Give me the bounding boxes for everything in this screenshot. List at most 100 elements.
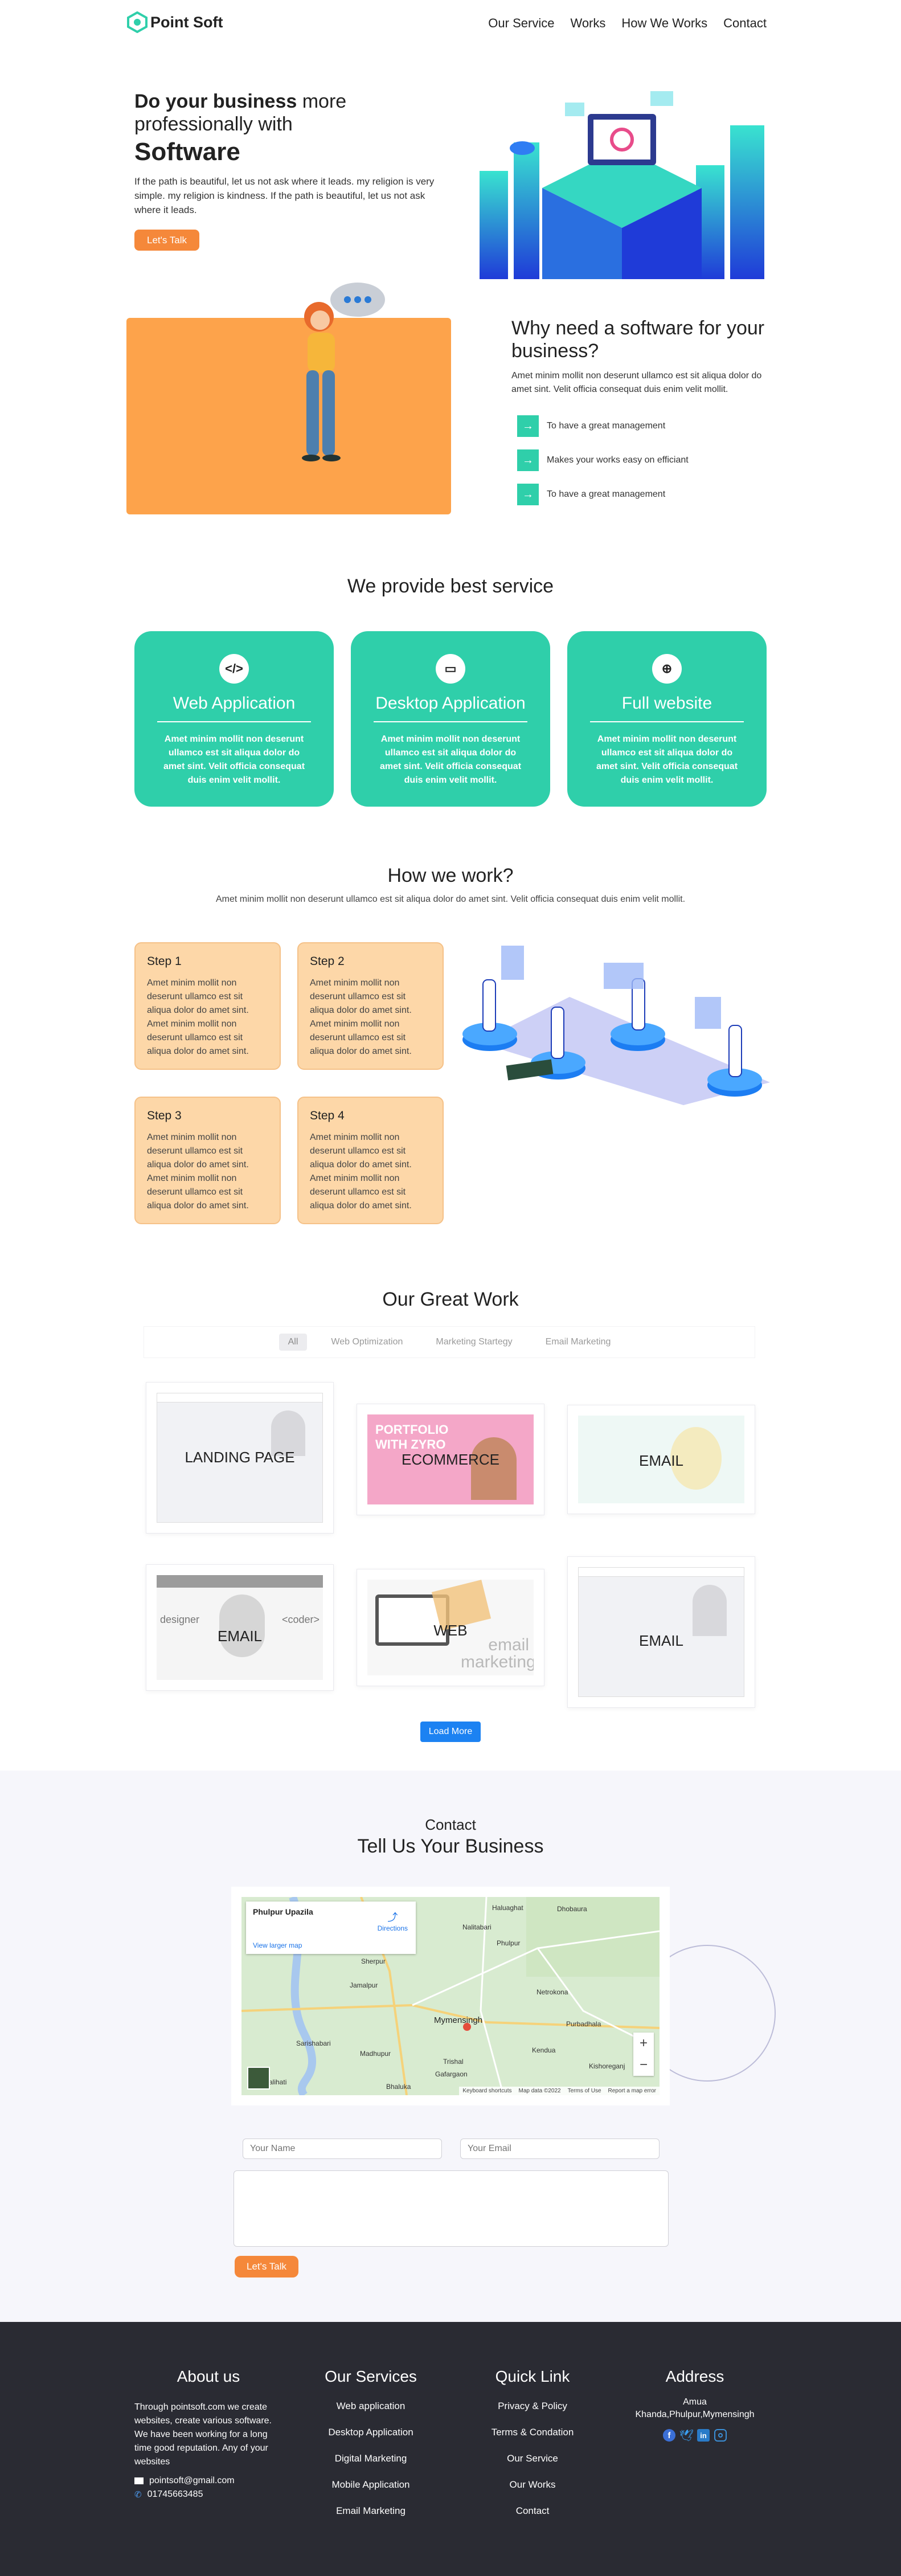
nav-our-service[interactable]: Our Service bbox=[488, 16, 554, 31]
work-item-email-1[interactable]: EMAIL bbox=[567, 1405, 755, 1514]
map-footer-item[interactable]: Terms of Use bbox=[568, 2088, 601, 2094]
map-embed[interactable]: Phulpur Upazila View larger map ⤴ Direct… bbox=[241, 1897, 660, 2095]
work-item-landing-page[interactable]: LANDING PAGE bbox=[146, 1382, 334, 1534]
service-card-desktop[interactable]: ▭ Desktop Application Amet minim mollit … bbox=[351, 631, 550, 807]
footer-service-link[interactable]: Web application bbox=[305, 2401, 436, 2412]
map-label: Nalitabari bbox=[462, 1923, 492, 1931]
service-card-full-website[interactable]: ⊕ Full website Amet minim mollit non des… bbox=[567, 631, 767, 807]
map-directions[interactable]: ⤴ Directions bbox=[378, 1909, 408, 1932]
globe-icon: ⊕ bbox=[652, 654, 682, 684]
linkedin-icon[interactable]: in bbox=[697, 2429, 710, 2442]
map-label: Netrokona bbox=[536, 1988, 568, 1996]
footer-service-link[interactable]: Desktop Application bbox=[305, 2427, 436, 2438]
filter-tab-all[interactable]: All bbox=[279, 1334, 308, 1351]
zoom-in-icon[interactable]: + bbox=[633, 2033, 654, 2054]
step-title: Step 2 bbox=[310, 955, 345, 968]
map-label: Kishoreganj bbox=[589, 2062, 625, 2070]
how-subtitle: Amet minim mollit non deserunt ullamco e… bbox=[215, 894, 686, 904]
nav-how-we-works[interactable]: How We Works bbox=[621, 16, 707, 31]
nav-contact[interactable]: Contact bbox=[723, 16, 767, 31]
step-card-3: Step 3 Amet minim mollit non deserunt ul… bbox=[134, 1097, 281, 1224]
hero-body: If the path is beautiful, let us not ask… bbox=[134, 176, 435, 215]
phone-icon: ✆ bbox=[134, 2490, 142, 2500]
map-label: Kendua bbox=[532, 2046, 556, 2054]
map-label: Jamalpur bbox=[350, 1981, 378, 1989]
logo-icon bbox=[127, 11, 148, 33]
map-label-city: Mymensingh bbox=[434, 2015, 483, 2025]
step-card-1: Step 1 Amet minim mollit non deserunt ul… bbox=[134, 942, 281, 1070]
workflow-platforms-illustration bbox=[462, 946, 770, 1105]
message-textarea[interactable] bbox=[234, 2170, 669, 2247]
footer-quick-link[interactable]: Contact bbox=[467, 2505, 598, 2517]
instagram-icon[interactable] bbox=[714, 2429, 727, 2442]
footer-phone[interactable]: ✆ 01745663485 bbox=[134, 2489, 282, 2500]
map-card: Phulpur Upazila View larger map ⤴ Direct… bbox=[231, 1887, 670, 2105]
thumb-header-bar bbox=[157, 1393, 322, 1403]
thinking-girl-illustration bbox=[279, 280, 393, 468]
map-footer-item[interactable]: Keyboard shortcuts bbox=[462, 2088, 511, 2094]
twitter-icon[interactable]: 🕊 bbox=[679, 2429, 693, 2442]
work-item-label: ECOMMERCE bbox=[402, 1451, 499, 1468]
brand-name: Point Soft bbox=[150, 13, 223, 31]
why-list-item: → To have a great management bbox=[511, 409, 773, 443]
brand-logo[interactable]: Point Soft bbox=[126, 11, 223, 33]
work-item-email-2[interactable]: designer <coder> EMAIL bbox=[146, 1564, 334, 1691]
email-input[interactable] bbox=[460, 2139, 660, 2159]
footer-quick-link[interactable]: Our Service bbox=[467, 2453, 598, 2464]
footer-quick-title: Quick Link bbox=[495, 2368, 570, 2385]
nav-works[interactable]: Works bbox=[570, 16, 605, 31]
hero-illustration bbox=[480, 80, 768, 280]
step-body: Amet minim mollit non deserunt ullamco e… bbox=[147, 978, 249, 1056]
thumb-coder-text: <coder> bbox=[281, 1614, 320, 1625]
name-input[interactable] bbox=[243, 2139, 442, 2159]
why-list: → To have a great management → Makes you… bbox=[511, 409, 773, 512]
directions-label: Directions bbox=[377, 1924, 408, 1932]
footer-email[interactable]: pointsoft@gmail.com bbox=[134, 2476, 282, 2486]
map-label: Bhaluka bbox=[386, 2083, 411, 2091]
footer-service-link[interactable]: Digital Marketing bbox=[305, 2453, 436, 2464]
girl-figure-illustration bbox=[302, 283, 385, 461]
load-more-button[interactable]: Load More bbox=[420, 1722, 481, 1742]
footer-about-title: About us bbox=[177, 2368, 240, 2385]
thumb-woman bbox=[471, 1437, 517, 1500]
map-label: Gafargaon bbox=[435, 2070, 468, 2078]
contact-title: Tell Us Your Business bbox=[357, 1835, 544, 1857]
map-label: Dhobaura bbox=[557, 1905, 587, 1913]
map-footer-item: Map data ©2022 bbox=[518, 2088, 561, 2094]
hero-title: Do your business more professionally wit… bbox=[134, 90, 445, 136]
thumb-face bbox=[219, 1594, 265, 1657]
map-layer-thumbnail[interactable] bbox=[247, 2067, 270, 2090]
step-title: Step 4 bbox=[310, 1109, 345, 1122]
map-larger-link[interactable]: View larger map bbox=[253, 1941, 302, 1949]
footer-quick-link[interactable]: Privacy & Policy bbox=[467, 2401, 598, 2412]
zoom-out-icon[interactable]: − bbox=[633, 2054, 654, 2076]
map-footer-item[interactable]: Report a map error bbox=[608, 2088, 656, 2094]
facebook-icon[interactable]: f bbox=[663, 2429, 675, 2442]
contact-submit-button[interactable]: Let's Talk bbox=[235, 2256, 298, 2277]
work-item-web[interactable]: email marketing WEB bbox=[357, 1569, 544, 1686]
footer-service-link[interactable]: Mobile Application bbox=[305, 2479, 436, 2491]
map-info-card: Phulpur Upazila View larger map ⤴ Direct… bbox=[246, 1902, 416, 1954]
mail-icon bbox=[134, 2477, 144, 2484]
filter-tab-marketing-strategy[interactable]: Marketing Startegy bbox=[427, 1334, 521, 1351]
work-item-email-3[interactable]: EMAIL bbox=[567, 1556, 755, 1708]
footer-quick-link[interactable]: Terms & Condation bbox=[467, 2427, 598, 2438]
why-list-label: Makes your works easy on efficiant bbox=[547, 455, 689, 465]
map-zoom-control: + − bbox=[633, 2033, 654, 2076]
filter-tab-web-optimization[interactable]: Web Optimization bbox=[322, 1334, 412, 1351]
monitor-icon: ▭ bbox=[436, 654, 465, 684]
filter-tab-email-marketing[interactable]: Email Marketing bbox=[536, 1334, 620, 1351]
service-card-web[interactable]: </> Web Application Amet minim mollit no… bbox=[134, 631, 334, 807]
service-card-title: Desktop Application bbox=[375, 694, 526, 713]
work-item-ecommerce[interactable]: PORTFOLIO WITH ZYRO ECOMMERCE bbox=[357, 1404, 544, 1515]
hero-cta-button[interactable]: Let's Talk bbox=[134, 230, 199, 251]
step-body: Amet minim mollit non deserunt ullamco e… bbox=[310, 1132, 412, 1211]
why-text: Why need a software for your business? A… bbox=[511, 317, 773, 512]
footer-service-link[interactable]: Email Marketing bbox=[305, 2505, 436, 2517]
arrow-right-icon: → bbox=[517, 449, 539, 471]
why-title: Why need a software for your business? bbox=[511, 317, 765, 362]
arrow-right-icon: → bbox=[517, 484, 539, 505]
footer-quick-link[interactable]: Our Works bbox=[467, 2479, 598, 2491]
work-item-label: EMAIL bbox=[638, 1632, 684, 1649]
map-label: Phulpur bbox=[497, 1939, 521, 1947]
